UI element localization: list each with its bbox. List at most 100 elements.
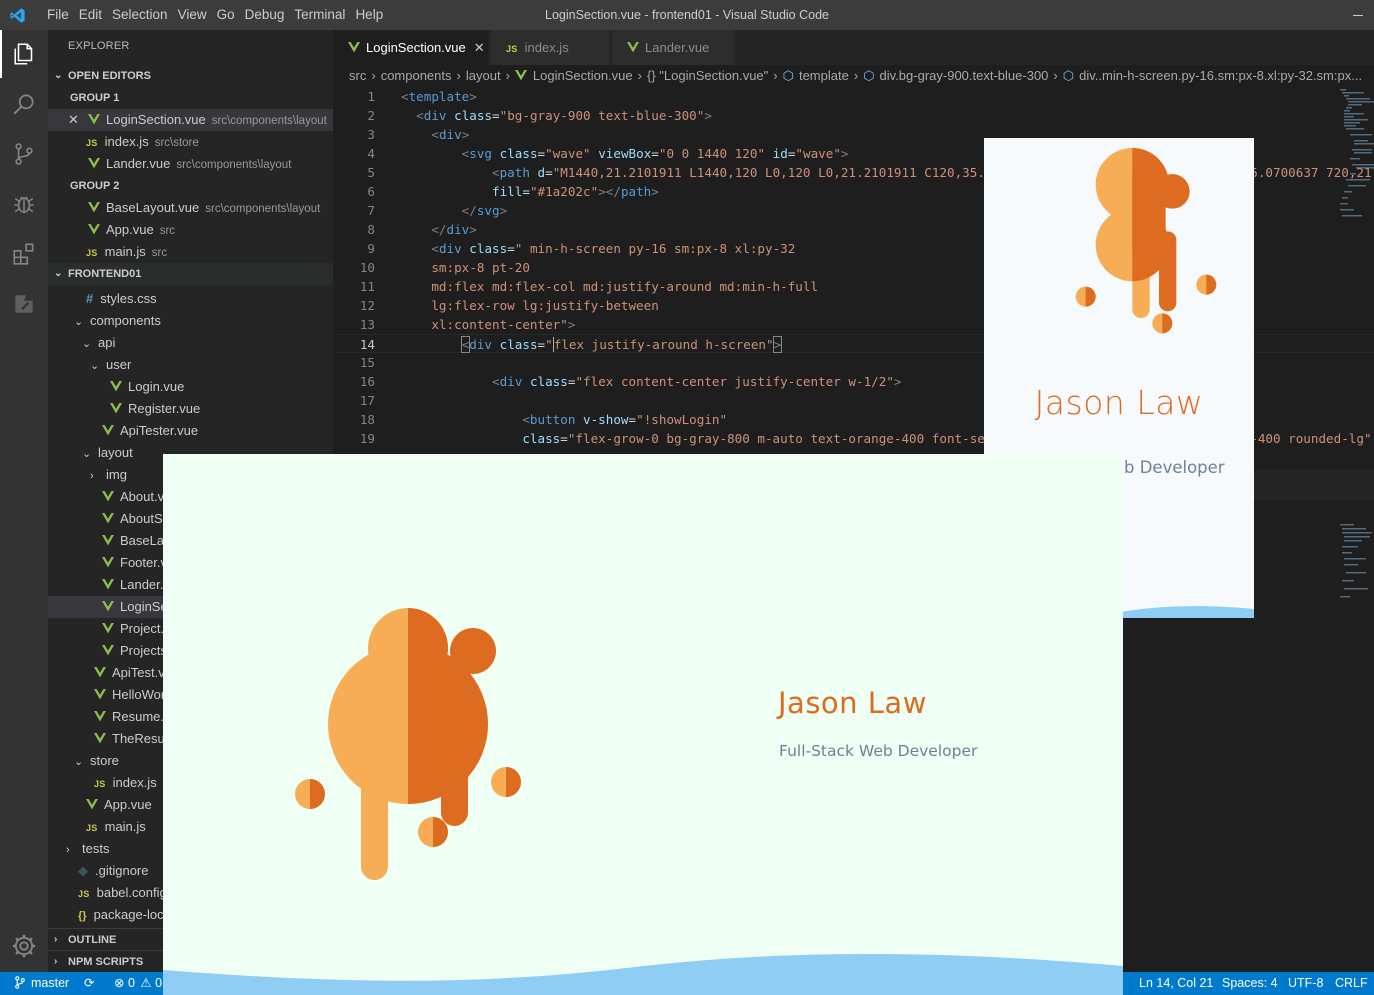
menu-help[interactable]: Help — [350, 0, 388, 30]
open-editor-item[interactable]: BaseLayout.vue src\components\layout — [48, 197, 333, 219]
open-editor-item[interactable]: JS main.js src — [48, 241, 333, 263]
line-number: 2 — [367, 108, 375, 123]
file-name: LoginSection.vue — [106, 112, 206, 127]
menu-bar: File Edit Selection View Go Debug Terminal Help — [42, 0, 388, 30]
code-text: fill="#1a202c"></path> — [492, 184, 659, 199]
file-name: main.js — [104, 244, 146, 259]
debug-icon[interactable] — [0, 180, 48, 228]
breadcrumb-item[interactable]: {} "LoginSection.vue" — [647, 68, 768, 83]
file-path: src\store — [154, 137, 199, 149]
tree-item-label: tests — [82, 841, 110, 856]
open-editor-item[interactable]: App.vue src — [48, 219, 333, 241]
line-number: 12 — [359, 298, 375, 313]
explorer-icon[interactable] — [0, 30, 48, 78]
sync-icon[interactable]: ⟳ — [84, 972, 94, 995]
code-line[interactable]: 2 <div class="bg-gray-900 text-blue-300"… — [333, 106, 1374, 125]
tree-folder[interactable]: ⌄ user — [48, 354, 333, 376]
code-line[interactable]: 1 <template> — [333, 87, 1374, 106]
code-text: <div class="flex justify-around h-screen… — [460, 336, 783, 353]
line-number: 11 — [359, 279, 375, 294]
tab-lander-vue[interactable]: Lander.vue — [612, 30, 734, 65]
line-number: 7 — [367, 203, 375, 218]
tree-folder[interactable]: ⌄ api — [48, 332, 333, 354]
chevron-right-icon: › — [505, 68, 510, 83]
tree-file[interactable]: # styles.css — [48, 288, 333, 310]
line-number: 4 — [367, 146, 375, 161]
breadcrumb-item[interactable]: layout — [466, 68, 501, 83]
menu-selection[interactable]: Selection — [107, 0, 173, 30]
chevron-right-icon: › — [54, 956, 58, 967]
menu-view[interactable]: View — [173, 0, 212, 30]
breadcrumb-item[interactable]: LoginSection.vue — [514, 68, 633, 83]
breadcrumb-item[interactable]: components — [381, 68, 452, 83]
preview-role: Full-Stack Web Developer — [779, 742, 978, 760]
open-editors-header[interactable]: ⌄ OPEN EDITORS — [48, 65, 333, 87]
manage-gear-icon[interactable] — [10, 932, 38, 960]
vue-file-icon — [86, 795, 98, 810]
tree-file[interactable]: ApiTester.vue — [48, 420, 333, 442]
vue-file-icon — [102, 531, 114, 546]
file-path: src\components\layout — [205, 203, 321, 215]
minimap-lower[interactable] — [1338, 520, 1374, 605]
indentation-status[interactable]: Spaces: 4 — [1222, 972, 1278, 995]
chevron-down-icon: ⌄ — [54, 70, 63, 81]
tree-item-label: components — [90, 313, 161, 328]
menu-terminal[interactable]: Terminal — [289, 0, 350, 30]
tree-item-label: styles.css — [100, 291, 157, 306]
file-name: index.js — [104, 134, 149, 149]
tab-loginsection-vue[interactable]: LoginSection.vue ✕ — [333, 30, 488, 65]
chevron-down-icon: ⌄ — [74, 756, 84, 768]
remote-icon[interactable] — [0, 280, 48, 328]
vue-file-icon — [110, 377, 122, 392]
file-name: App.vue — [106, 222, 154, 237]
breadcrumb-item[interactable]: ⬡ div..min-h-screen.py-16.sm:px-8.xl:py-3… — [1063, 68, 1362, 83]
logo-illustration — [163, 608, 1123, 995]
search-icon[interactable] — [0, 80, 48, 128]
cursor-position[interactable]: Ln 14, Col 21 — [1139, 972, 1213, 995]
extensions-icon[interactable] — [0, 230, 48, 278]
tree-item-label: Register.vue — [128, 401, 201, 416]
json-file-icon: {} — [78, 910, 87, 922]
code-text: lg:flex-row lg:justify-between — [431, 298, 659, 313]
breadcrumb-item[interactable]: src — [349, 68, 366, 83]
menu-go[interactable]: Go — [212, 0, 240, 30]
close-icon[interactable]: ✕ — [474, 40, 485, 55]
panel-divider — [1254, 470, 1374, 500]
vue-file-icon — [94, 707, 106, 722]
minimize-icon[interactable] — [1350, 7, 1366, 23]
menu-edit[interactable]: Edit — [74, 0, 107, 30]
breadcrumb-item[interactable]: ⬡ template — [783, 68, 849, 83]
encoding-status[interactable]: UTF-8 — [1288, 972, 1323, 995]
eol-status[interactable]: CRLF — [1335, 972, 1368, 995]
line-number: 13 — [359, 317, 375, 332]
project-header[interactable]: ⌄ FRONTEND01 — [48, 263, 333, 285]
source-control-icon[interactable] — [0, 130, 48, 178]
tab-index-js[interactable]: JS index.js — [491, 30, 609, 65]
chevron-right-icon: › — [1053, 68, 1058, 83]
breadcrumb-item[interactable]: ⬡ div.bg-gray-900.text-blue-300 — [863, 68, 1048, 83]
open-editor-item[interactable]: Lander.vue src\components\layout — [48, 153, 333, 175]
open-editor-item[interactable]: JS index.js src\store — [48, 131, 333, 153]
tree-folder[interactable]: ⌄ components — [48, 310, 333, 332]
vue-file-icon — [102, 553, 114, 568]
line-number: 5 — [367, 165, 375, 180]
preview-window-desktop: Jason Law Full-Stack Web Developer — [163, 454, 1123, 995]
menu-debug[interactable]: Debug — [240, 0, 290, 30]
editor-tab-bar: LoginSection.vue ✕ JS index.js Lander.vue — [333, 30, 1374, 65]
vue-file-icon — [627, 31, 639, 53]
tree-file[interactable]: Login.vue — [48, 376, 333, 398]
branch-status[interactable]: master — [14, 972, 69, 995]
minimap[interactable] — [1338, 87, 1374, 237]
close-icon[interactable]: ✕ — [68, 109, 79, 131]
tree-item-label: img — [106, 467, 127, 482]
problems-status[interactable]: ⊗ 0 ⚠ 0 — [114, 972, 162, 995]
tree-file[interactable]: Register.vue — [48, 398, 333, 420]
tree-item-label: api — [98, 335, 116, 350]
menu-file[interactable]: File — [42, 0, 74, 30]
element-icon: ⬡ — [863, 68, 875, 83]
open-editor-item[interactable]: ✕ LoginSection.vue src\components\layout — [48, 109, 333, 131]
js-file-icon: JS — [86, 138, 98, 148]
git-file-icon: ◆ — [78, 863, 88, 878]
vue-file-icon — [102, 597, 114, 612]
error-icon: ⊗ — [114, 976, 125, 990]
